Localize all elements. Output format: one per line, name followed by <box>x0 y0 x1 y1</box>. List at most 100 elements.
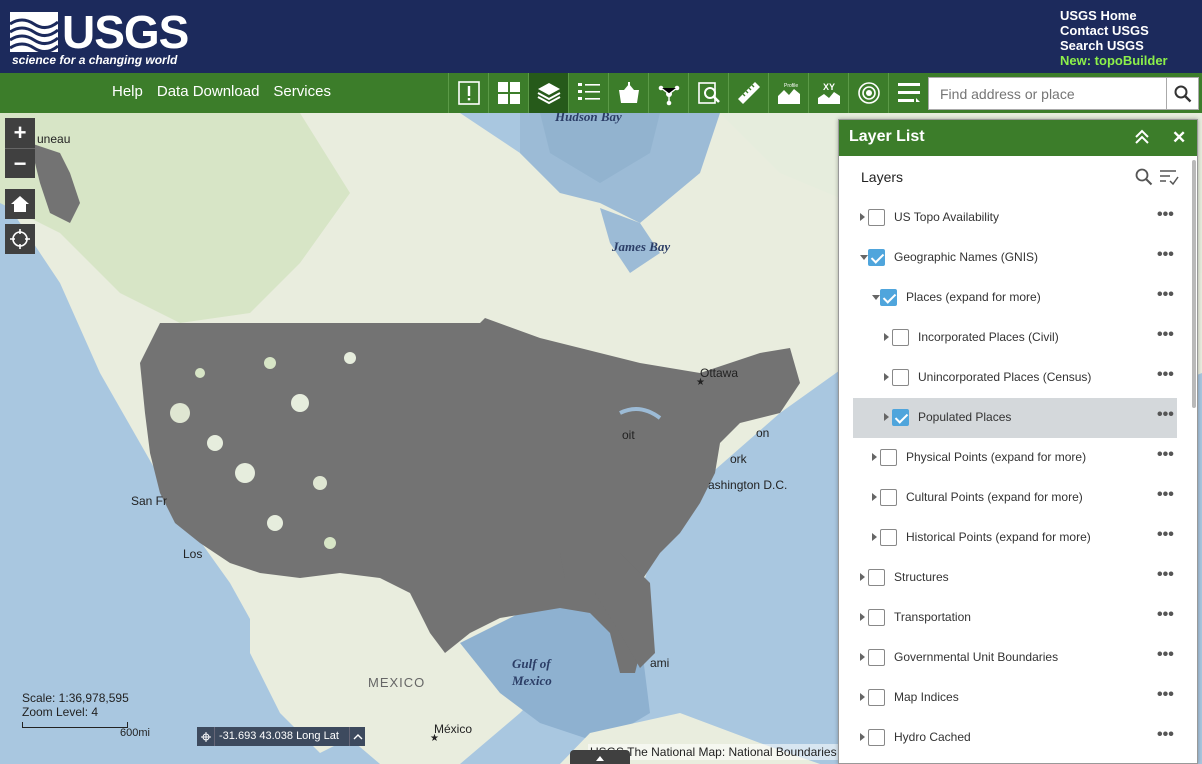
share-tool-button[interactable] <box>648 73 688 113</box>
layer-row[interactable]: Historical Points (expand for more) ••• <box>839 518 1191 558</box>
search-input[interactable] <box>929 78 1167 109</box>
more-options-icon[interactable]: ••• <box>1157 406 1174 424</box>
caret-right-icon[interactable] <box>872 533 877 541</box>
legend-tool-button[interactable] <box>568 73 608 113</box>
layer-search-button[interactable] <box>1135 168 1153 191</box>
more-options-icon[interactable]: ••• <box>1157 326 1174 344</box>
query-tool-button[interactable] <box>688 73 728 113</box>
zoom-in-button[interactable]: + <box>5 118 35 148</box>
measure-tool-button[interactable] <box>728 73 768 113</box>
locate-button[interactable] <box>5 224 35 254</box>
basemap-icon <box>618 82 639 103</box>
layer-visibility-checkbox[interactable] <box>880 449 897 466</box>
more-options-icon[interactable]: ••• <box>1157 486 1174 504</box>
layer-row[interactable]: Physical Points (expand for more) ••• <box>839 438 1191 478</box>
layer-visibility-checkbox[interactable] <box>880 489 897 506</box>
layer-row[interactable]: Cultural Points (expand for more) ••• <box>839 478 1191 518</box>
services-link[interactable]: Services <box>273 83 331 100</box>
caret-right-icon[interactable] <box>860 733 865 741</box>
topobuilder-link[interactable]: New: topoBuilder <box>1060 53 1168 68</box>
contact-usgs-link[interactable]: Contact USGS <box>1060 23 1168 38</box>
map-label-mexico-country: MEXICO <box>368 675 426 690</box>
layer-visibility-checkbox[interactable] <box>880 289 897 306</box>
grid-tool-button[interactable] <box>488 73 528 113</box>
home-button[interactable] <box>5 189 35 219</box>
layer-row[interactable]: Hydro Cached ••• <box>839 718 1191 758</box>
layer-visibility-checkbox[interactable] <box>868 729 885 746</box>
layer-options-button[interactable] <box>1159 168 1179 191</box>
help-link[interactable]: Help <box>112 83 143 100</box>
more-options-icon[interactable]: ••• <box>1157 526 1174 544</box>
radio-target-icon <box>857 82 880 104</box>
layer-visibility-checkbox[interactable] <box>868 249 885 266</box>
more-options-icon[interactable]: ••• <box>1157 206 1174 224</box>
data-download-link[interactable]: Data Download <box>157 83 260 100</box>
caret-right-icon[interactable] <box>884 373 889 381</box>
caret-down-icon[interactable] <box>872 295 880 300</box>
more-options-icon[interactable]: ••• <box>1157 566 1174 584</box>
layer-visibility-checkbox[interactable] <box>868 649 885 666</box>
layer-row[interactable]: Geographic Names (GNIS) ••• <box>839 238 1191 278</box>
caret-down-icon[interactable] <box>860 255 868 260</box>
layer-row[interactable]: Transportation ••• <box>839 598 1191 638</box>
attribution-toggle[interactable] <box>570 750 630 764</box>
mexico-city-star-icon: ★ <box>430 733 439 744</box>
search-button[interactable] <box>1166 78 1198 109</box>
collapse-panel-button[interactable] <box>1135 129 1149 150</box>
layer-visibility-checkbox[interactable] <box>880 529 897 546</box>
more-options-icon[interactable]: ••• <box>1157 686 1174 704</box>
more-options-icon[interactable]: ••• <box>1157 286 1174 304</box>
caret-right-icon[interactable] <box>872 453 877 461</box>
panel-header: Layer List ✕ <box>839 120 1197 156</box>
alert-tool-button[interactable] <box>448 73 488 113</box>
more-options-icon[interactable]: ••• <box>1157 726 1174 744</box>
chevron-up-icon[interactable] <box>349 727 365 746</box>
layer-list-tool-button[interactable] <box>528 73 568 113</box>
caret-right-icon[interactable] <box>860 653 865 661</box>
layer-row[interactable]: Places (expand for more) ••• <box>839 278 1191 318</box>
layer-row[interactable]: Populated Places ••• <box>839 398 1191 438</box>
usgs-logo[interactable]: USGS science for a changing world <box>10 8 200 68</box>
layer-row[interactable]: Governmental Unit Boundaries ••• <box>839 638 1191 678</box>
profile-tool-button[interactable]: Profile <box>768 73 808 113</box>
layer-visibility-checkbox[interactable] <box>868 569 885 586</box>
usgs-home-link[interactable]: USGS Home <box>1060 8 1168 23</box>
menu-more-icon <box>897 83 920 102</box>
layer-row[interactable]: Map Indices ••• <box>839 678 1191 718</box>
layer-visibility-checkbox[interactable] <box>892 369 909 386</box>
layer-row[interactable]: Incorporated Places (Civil) ••• <box>839 318 1191 358</box>
layer-visibility-checkbox[interactable] <box>892 409 909 426</box>
caret-right-icon[interactable] <box>860 573 865 581</box>
caret-right-icon[interactable] <box>884 333 889 341</box>
layer-visibility-checkbox[interactable] <box>868 609 885 626</box>
layer-visibility-checkbox[interactable] <box>868 209 885 226</box>
zoom-out-button[interactable]: − <box>5 148 35 178</box>
more-options-icon[interactable]: ••• <box>1157 606 1174 624</box>
target-tool-button[interactable] <box>848 73 888 113</box>
layer-row[interactable]: Structures ••• <box>839 558 1191 598</box>
search-usgs-link[interactable]: Search USGS <box>1060 38 1168 53</box>
layer-visibility-checkbox[interactable] <box>868 689 885 706</box>
xy-tool-button[interactable]: XY <box>808 73 848 113</box>
coordinate-widget[interactable]: -31.693 43.038 Long Lat <box>197 727 365 746</box>
caret-right-icon[interactable] <box>872 493 877 501</box>
layer-row[interactable]: Unincorporated Places (Census) ••• <box>839 358 1191 398</box>
crosshair-icon[interactable] <box>197 727 215 746</box>
more-options-icon[interactable]: ••• <box>1157 646 1174 664</box>
more-tools-button[interactable] <box>888 73 928 113</box>
measure-ruler-icon <box>737 82 760 104</box>
more-options-icon[interactable]: ••• <box>1157 246 1174 264</box>
caret-right-icon[interactable] <box>860 693 865 701</box>
more-options-icon[interactable]: ••• <box>1157 446 1174 464</box>
close-icon[interactable]: ✕ <box>1172 128 1186 148</box>
panel-scrollbar[interactable] <box>1192 160 1196 408</box>
layer-visibility-checkbox[interactable] <box>892 329 909 346</box>
basemap-tool-button[interactable] <box>608 73 648 113</box>
caret-right-icon[interactable] <box>860 613 865 621</box>
caret-right-icon[interactable] <box>884 413 889 421</box>
more-options-icon[interactable]: ••• <box>1157 366 1174 384</box>
map-label-los-angeles: Los <box>183 547 203 561</box>
caret-right-icon[interactable] <box>860 213 865 221</box>
map-label-ottawa: Ottawa <box>700 366 739 380</box>
layer-row[interactable]: US Topo Availability ••• <box>839 198 1191 238</box>
